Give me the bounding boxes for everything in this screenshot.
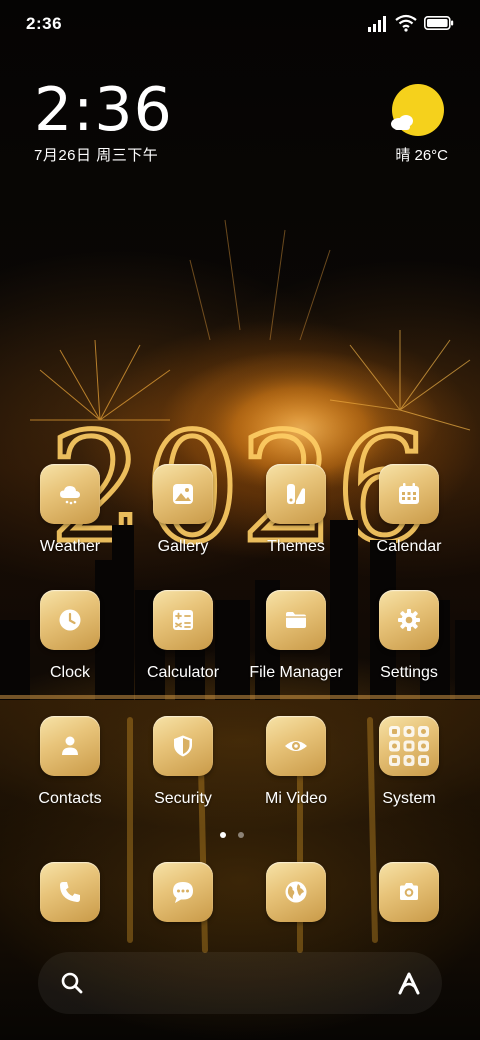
calculator-icon — [153, 590, 213, 650]
weather-widget[interactable]: 晴 26°C — [368, 82, 448, 172]
weather-cloud-icon — [40, 464, 100, 524]
contacts-icon — [40, 716, 100, 776]
folder-icon — [266, 590, 326, 650]
dock-browser-button[interactable] — [266, 862, 326, 922]
home-screen: 2026 2:36 2:36 7月26日 周三下午 晴 26°C Weather… — [0, 0, 480, 1040]
app-calculator[interactable]: Calculator — [128, 590, 238, 700]
folder-system[interactable]: System — [354, 716, 464, 826]
app-label: Security — [154, 790, 212, 807]
search-bar[interactable] — [38, 952, 442, 1014]
clock-icon — [40, 590, 100, 650]
gallery-icon — [153, 464, 213, 524]
phone-icon — [60, 882, 80, 902]
page-indicator[interactable] — [220, 832, 260, 840]
folder-grid-icon — [379, 716, 439, 776]
app-security[interactable]: Security — [128, 716, 238, 826]
app-label: Calendar — [376, 538, 442, 555]
app-label: Mi Video — [265, 790, 327, 807]
partly-sunny-icon — [391, 84, 444, 136]
dock-messages-button[interactable] — [153, 862, 213, 922]
app-label: Clock — [49, 664, 90, 681]
app-gallery[interactable]: Gallery — [128, 464, 238, 574]
widget-date: 7月26日 周三下午 — [34, 147, 159, 164]
assistant-icon[interactable] — [394, 969, 424, 997]
calendar-icon — [379, 464, 439, 524]
gear-icon — [379, 590, 439, 650]
status-time: 2:36 — [26, 14, 63, 33]
battery-icon — [424, 16, 454, 30]
app-calendar[interactable]: Calendar — [354, 464, 464, 574]
message-icon — [173, 882, 193, 903]
app-mi-video[interactable]: Mi Video — [241, 716, 351, 826]
firework-trail — [189, 219, 331, 341]
dock-phone-button[interactable] — [40, 862, 100, 922]
app-label: System — [382, 790, 436, 807]
wifi-icon — [395, 14, 417, 32]
app-label: Calculator — [146, 664, 220, 681]
app-settings[interactable]: Settings — [354, 590, 464, 700]
app-label: Settings — [380, 664, 438, 681]
app-themes[interactable]: Themes — [241, 464, 351, 574]
signal-icon — [368, 16, 386, 32]
app-label: Themes — [267, 538, 325, 555]
clock-widget[interactable]: 2:36 7月26日 周三下午 — [34, 78, 234, 168]
status-bar: 2:36 — [0, 0, 480, 50]
app-label: Contacts — [38, 790, 102, 807]
camera-icon — [400, 883, 418, 900]
browser-globe-icon — [285, 881, 307, 903]
app-label: File Manager — [249, 664, 343, 681]
eye-icon — [266, 716, 326, 776]
page-dot-active — [220, 832, 226, 838]
themes-icon — [266, 464, 326, 524]
page-dot — [238, 832, 244, 838]
shield-icon — [153, 716, 213, 776]
app-file-manager[interactable]: File Manager — [241, 590, 351, 700]
search-icon[interactable] — [58, 969, 86, 997]
dock-camera-button[interactable] — [379, 862, 439, 922]
app-contacts[interactable]: Contacts — [15, 716, 125, 826]
widget-time: 2:36 — [34, 75, 173, 145]
app-weather[interactable]: Weather — [15, 464, 125, 574]
weather-text: 晴 26°C — [395, 147, 448, 164]
app-clock[interactable]: Clock — [15, 590, 125, 700]
app-label: Gallery — [157, 538, 209, 555]
app-label: Weather — [39, 538, 101, 555]
